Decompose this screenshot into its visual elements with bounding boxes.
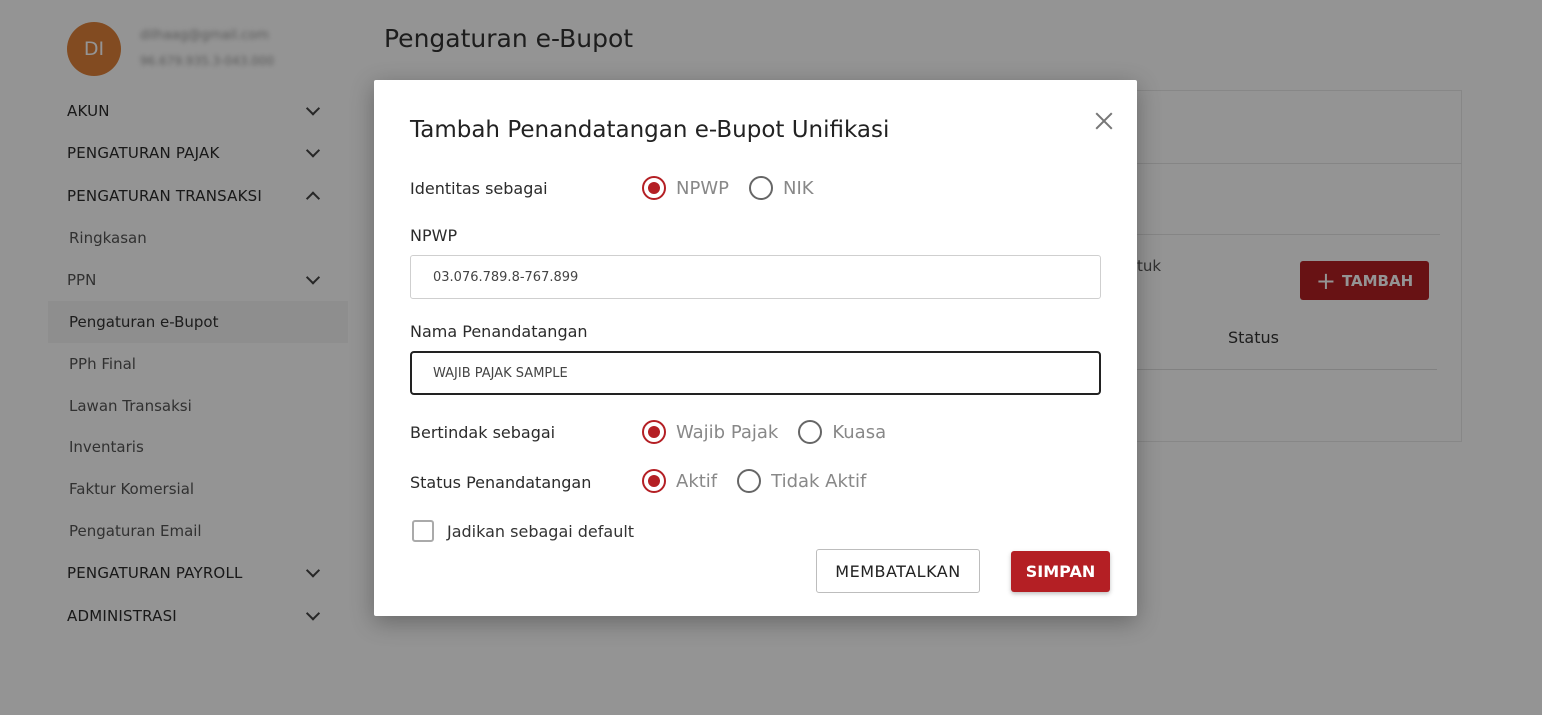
radio-unchecked-icon[interactable] — [737, 469, 762, 493]
dialog-title: Tambah Penandatangan e-Bupot Unifikasi — [410, 117, 890, 143]
signer-status-option-aktif[interactable]: Aktif — [642, 469, 717, 493]
save-button[interactable]: SIMPAN — [1011, 551, 1110, 592]
add-signer-dialog: Tambah Penandatangan e-Bupot Unifikasi I… — [374, 80, 1137, 616]
identity-option-npwp[interactable]: NPWP — [642, 176, 729, 200]
radio-label: Wajib Pajak — [676, 421, 779, 443]
acting-as-option-kuasa[interactable]: Kuasa — [798, 420, 886, 444]
acting-as-radio-group: Wajib Pajak Kuasa — [642, 420, 906, 444]
default-checkbox-label: Jadikan sebagai default — [447, 521, 635, 541]
radio-label: NIK — [782, 177, 814, 199]
radio-label: Tidak Aktif — [771, 470, 867, 492]
signer-status-label: Status Penandatangan — [410, 473, 592, 492]
radio-checked-icon[interactable] — [642, 469, 666, 493]
acting-as-label: Bertindak sebagai — [410, 423, 556, 442]
radio-unchecked-icon[interactable] — [748, 176, 773, 200]
radio-checked-icon[interactable] — [642, 176, 666, 200]
close-icon[interactable] — [1093, 110, 1115, 132]
default-checkbox-row[interactable]: Jadikan sebagai default — [412, 520, 634, 542]
signer-name-label: Nama Penandatangan — [410, 322, 588, 341]
npwp-label: NPWP — [410, 226, 458, 245]
default-checkbox[interactable] — [412, 520, 434, 542]
signer-name-input[interactable] — [410, 351, 1101, 395]
cancel-button[interactable]: MEMBATALKAN — [816, 549, 980, 593]
identity-label: Identitas sebagai — [410, 179, 548, 198]
signer-status-option-tidak-aktif[interactable]: Tidak Aktif — [737, 469, 866, 493]
signer-status-radio-group: Aktif Tidak Aktif — [642, 469, 886, 493]
radio-unchecked-icon[interactable] — [798, 420, 823, 444]
identity-option-nik[interactable]: NIK — [748, 176, 814, 200]
npwp-input[interactable] — [410, 255, 1101, 299]
acting-as-option-wajib-pajak[interactable]: Wajib Pajak — [642, 420, 778, 444]
radio-label: NPWP — [676, 177, 729, 199]
identity-radio-group: NPWP NIK — [642, 176, 834, 200]
radio-label: Kuasa — [832, 421, 887, 443]
radio-checked-icon[interactable] — [642, 420, 666, 444]
radio-label: Aktif — [676, 470, 718, 492]
